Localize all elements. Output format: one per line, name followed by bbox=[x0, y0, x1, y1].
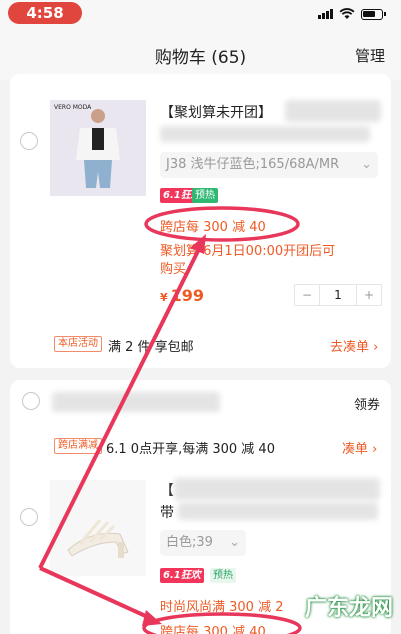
status-time: 4:58 bbox=[8, 2, 82, 24]
product-image[interactable]: VERO MODA bbox=[50, 100, 146, 196]
juhuasuan-notice: 聚划算 6月1日00:00开团后可 bbox=[160, 244, 336, 259]
shop-activity-tag: 本店活动 bbox=[54, 336, 102, 352]
system-icons bbox=[318, 8, 386, 20]
presale-tag-2: 预热 bbox=[210, 568, 236, 583]
coupon-button[interactable]: 领券 bbox=[354, 394, 380, 413]
shop-activity-text: 满 2 件 享包邮 bbox=[108, 340, 194, 355]
quantity-value[interactable]: 1 bbox=[319, 285, 357, 305]
product-title-2-line2[interactable]: 带 bbox=[160, 502, 174, 522]
battery-icon bbox=[361, 8, 386, 20]
product-image-2[interactable] bbox=[50, 480, 146, 576]
presale-tag: 预热 bbox=[192, 188, 218, 203]
wifi-icon bbox=[339, 8, 355, 19]
sku-selector-2[interactable]: 白色;39 ⌄ bbox=[160, 530, 246, 556]
product-title-2[interactable]: 【 bbox=[160, 480, 174, 500]
quantity-stepper: − 1 + bbox=[294, 284, 382, 306]
increase-button[interactable]: + bbox=[357, 285, 381, 305]
sandal-icon bbox=[67, 519, 129, 558]
shop-add-more-link[interactable]: 凑单 › bbox=[342, 438, 377, 457]
sku-selector[interactable]: J38 浅牛仔蓝色;165/68A/MR ⌄ bbox=[160, 152, 378, 178]
promo-tag-2: 6.1狂欢 bbox=[160, 568, 204, 583]
price: ¥199 bbox=[160, 286, 204, 305]
blurred-title-line2 bbox=[160, 126, 370, 142]
shop-promo-text: 6.1 0点开享,每满 300 减 40 bbox=[106, 442, 275, 457]
item-select-radio[interactable] bbox=[20, 132, 38, 150]
signal-icon bbox=[318, 9, 333, 19]
product-title[interactable]: 【聚划算未开团】 bbox=[160, 102, 272, 122]
price-value: 199 bbox=[170, 286, 205, 305]
juhuasuan-notice-2: 购买 bbox=[160, 262, 187, 277]
nav-bar: 购物车 (65) 管理 bbox=[0, 30, 401, 80]
cross-store-promo[interactable]: 跨店每 300 减 40 bbox=[160, 216, 266, 235]
watermark: 广东龙网 bbox=[304, 595, 393, 621]
item-select-radio-2[interactable] bbox=[20, 508, 38, 526]
blurred-shop-name bbox=[52, 392, 220, 412]
chevron-down-icon: ⌄ bbox=[361, 157, 372, 172]
manage-button[interactable]: 管理 bbox=[355, 45, 385, 66]
model-figure-icon bbox=[76, 109, 120, 188]
blurred-title-2 bbox=[174, 478, 380, 500]
sku-text-2: 白色;39 bbox=[166, 535, 213, 550]
shop-card-1: VERO MODA 【聚划算未开团】 J38 浅牛仔蓝色;165/68A/MR … bbox=[10, 74, 391, 368]
shop-select-radio[interactable] bbox=[22, 392, 40, 410]
page-title: 购物车 (65) bbox=[154, 48, 247, 68]
blurred-title-2-line2 bbox=[178, 502, 378, 520]
add-more-link[interactable]: 去凑单 › bbox=[330, 336, 378, 355]
chevron-down-icon: ⌄ bbox=[229, 535, 240, 550]
currency-symbol: ¥ bbox=[160, 291, 168, 304]
sku-text: J38 浅牛仔蓝色;165/68A/MR bbox=[166, 157, 340, 172]
cross-store-promo-2[interactable]: 跨店每 300 减 40 bbox=[160, 621, 266, 634]
cross-store-tag: 跨店满减 bbox=[54, 438, 102, 454]
blurred-title bbox=[285, 100, 381, 122]
status-bar: 4:58 bbox=[0, 0, 401, 30]
store-promo-2: 时尚风尚满 300 减 2 bbox=[160, 600, 284, 615]
decrease-button[interactable]: − bbox=[295, 285, 319, 305]
